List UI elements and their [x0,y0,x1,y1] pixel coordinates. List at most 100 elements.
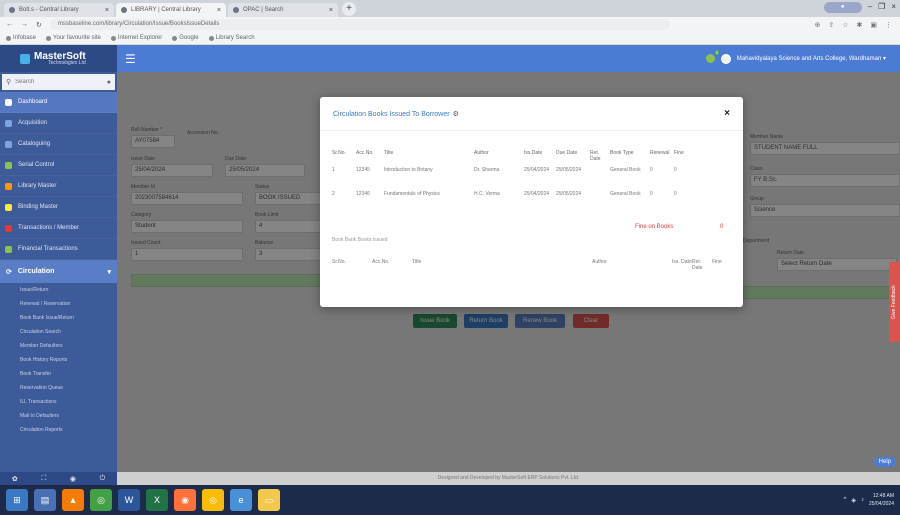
sidebar-item-label: Cataloguing [18,141,51,147]
sidebar-subitem[interactable]: Book Transfer [0,367,117,381]
folder-icon[interactable]: ▭ [258,489,280,511]
clock-time: 12:48 AM [872,493,894,499]
files-icon[interactable]: ▤ [34,489,56,511]
sidebar-subitem[interactable]: Member Defaulters [0,339,117,353]
book-bank-table-header: Sr.No. Acc.No. Title Author Iss. Date Ret. Da… [332,259,732,271]
chrome-alt-icon[interactable]: ◎ [202,489,224,511]
fine-label: Fine on Books [635,224,674,230]
forward-icon[interactable]: → [21,21,28,28]
bookmark-item[interactable]: Your favourite site [46,35,101,41]
brand[interactable]: MasterSoft Technologies Ltd. [0,45,117,72]
tab-favicon-icon [233,7,239,13]
sidebar-section-circulation[interactable]: ⟳ Circulation ▾ [0,260,117,283]
network-icon[interactable]: ◈ [851,497,856,504]
explorer-icon[interactable]: e [230,489,252,511]
word-icon[interactable]: W [118,489,140,511]
sidebar-subitem[interactable]: Circulation Search [0,325,117,339]
browser-tab[interactable]: OPAC | Search × [228,3,338,17]
sidebar-item[interactable]: Serial Control [0,155,117,176]
sidebar-item[interactable]: Library Master [0,176,117,197]
bookmark-item[interactable]: Internet Explorer [110,35,162,41]
close-tab-icon[interactable]: × [217,7,221,14]
sidebar-subitem[interactable]: Circulation Reports [0,423,117,437]
close-window-icon[interactable]: × [891,2,896,13]
sidebar-item[interactable]: Acquisition [0,113,117,134]
minimize-icon[interactable]: – [868,2,872,13]
puzzle-icon [5,182,12,190]
hamburger-menu-icon[interactable]: ☰ [125,52,136,66]
reload-icon[interactable]: ↻ [36,21,42,29]
feedback-tab[interactable]: Give Feedback [889,262,900,342]
share-icon[interactable]: ⇪ [828,21,834,29]
sidebar-subitem[interactable]: ILL Transactions [0,395,117,409]
clock-date: 25/04/2024 [868,501,894,507]
volume-icon[interactable]: ♪ [861,497,864,503]
vlc-icon[interactable]: ▲ [62,489,84,511]
eye-icon[interactable]: ◉ [70,475,76,483]
table-row[interactable]: 2 12346 Fundamentals of Physics H.C. Verma 2… [332,191,732,215]
close-icon[interactable]: × [724,108,730,119]
sidebar-item[interactable]: Transactions / Member [0,218,117,239]
sidebar-item[interactable]: Financial Transactions [0,239,117,260]
bookmark-item[interactable]: Infobase [6,35,36,41]
browser-tab-active[interactable]: LIBRARY | Central Library × [116,3,226,17]
maximize-icon[interactable]: ❐ [878,2,885,13]
mic-icon[interactable]: ● [107,79,111,86]
table-header-cell: Acc.No. [356,150,374,156]
sidebar-subitem[interactable]: Renewal / Reservation [0,297,117,311]
new-tab-button[interactable]: + [342,2,356,16]
profile-button[interactable]: ● [823,2,862,13]
clock[interactable]: 12:48 AM 25/04/2024 [869,492,894,508]
close-tab-icon[interactable]: × [105,7,109,14]
sidebar-item[interactable]: Cataloguing [0,134,117,155]
sidebar-subitem[interactable]: Book History Reports [0,353,117,367]
sidebar-item-label: Serial Control [18,162,55,168]
back-icon[interactable]: ← [6,21,13,28]
chevron-down-icon: ▾ [107,268,111,276]
url-field[interactable]: mssbaseline.com/library/Circulation/Issu… [49,19,670,30]
extensions-icon[interactable]: ✱ [857,21,863,29]
sidebar-subitem[interactable]: Issue/Return [0,283,117,297]
settings-icon[interactable]: ✿ [12,475,18,483]
bookmark-item[interactable]: Google [172,35,199,41]
browser-tab[interactable]: Bolt.s - Central Library × [4,3,114,17]
sidebar-subitem[interactable]: Book Bank Issue/Return [0,311,117,325]
excel-icon[interactable]: X [146,489,168,511]
sidebar-item-label: Financial Transactions [18,246,78,252]
chrome-icon[interactable]: ◎ [90,489,112,511]
tray-arrow-icon[interactable]: ^ [844,497,847,503]
sidebar-item[interactable]: Dashboard [0,92,117,113]
table-header-cell: Title [384,150,394,156]
bookmark-item[interactable]: Library Search [208,35,255,41]
start-icon[interactable]: ⊞ [6,489,28,511]
modal-title: Circulation Books Issued To Borrower ⚙ [333,110,459,118]
sidebar-subitem[interactable]: Mail to Defaulters [0,409,117,423]
sidepanel-icon[interactable]: ▣ [870,21,877,29]
notification-icon[interactable]: 3 [705,50,719,63]
sidebar-subitem[interactable]: Reservation Queue [0,381,117,395]
fine-value: 0 [720,224,724,230]
table-header-cell: Iss.Date [524,150,543,156]
bookmark-icon [172,35,178,41]
table-cell: 0 [650,167,653,173]
star-icon[interactable]: ☆ [842,21,848,29]
menu-icon[interactable]: ⋮ [885,21,892,29]
table-header-cell: Iss. Date [672,259,692,265]
college-selector[interactable]: Mahavidyalaya Science and Arts College, … [737,55,886,62]
sidebar-item-label: Library Master [18,183,57,189]
close-tab-icon[interactable]: × [329,7,333,14]
expand-icon[interactable]: ⛶ [41,475,46,483]
table-row[interactable]: 1 12345 Introduction to Botany Dr. Sharma 25… [332,167,732,191]
sidebar-item[interactable]: Binding Master [0,197,117,218]
zoom-icon[interactable]: ⊕ [814,21,820,29]
bookmark-icon [208,35,214,41]
gear-icon[interactable]: ⚙ [453,111,459,118]
system-tray: ^ ◈ ♪ 12:48 AM 25/04/2024 [844,492,894,508]
firefox-icon[interactable]: ◉ [174,489,196,511]
avatar[interactable] [720,53,731,64]
sidebar-search-input[interactable] [15,79,103,85]
power-icon[interactable]: ⏻ [100,475,106,483]
brand-subtitle: Technologies Ltd. [48,60,88,66]
help-button[interactable]: Help [873,457,896,467]
table-header-cell: Author [474,150,489,156]
